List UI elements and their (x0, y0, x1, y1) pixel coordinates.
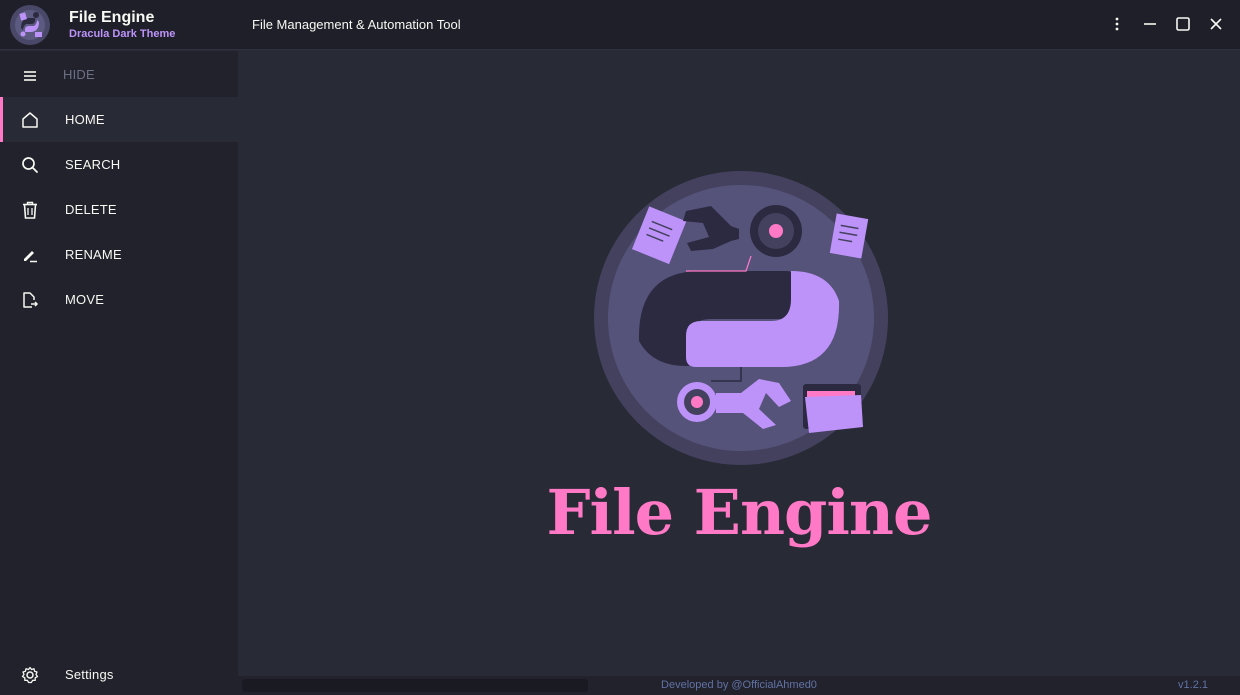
sidebar-item-rename[interactable]: RENAME (0, 232, 238, 277)
developer-credit: Developed by @OfficialAhmed0 (661, 679, 817, 691)
hero-title: File Engine (546, 476, 933, 549)
minimize-button[interactable] (1135, 10, 1165, 38)
sidebar-item-label: HOME (65, 112, 105, 127)
search-icon (20, 155, 40, 175)
minimize-icon (1144, 23, 1156, 25)
sidebar-item-label: SEARCH (65, 157, 121, 172)
maximize-icon (1176, 17, 1190, 31)
sidebar-item-label: RENAME (65, 247, 122, 262)
sidebar-item-label: Settings (65, 667, 114, 682)
more-icon (1115, 17, 1119, 31)
title-bar: File Engine Dracula Dark Theme File Mana… (0, 0, 1240, 50)
sidebar-toggle-label: HIDE (63, 67, 95, 82)
sidebar-item-settings[interactable]: Settings (0, 652, 238, 695)
maximize-button[interactable] (1168, 10, 1198, 38)
gear-icon (20, 665, 40, 685)
sidebar-item-label: MOVE (65, 292, 105, 307)
sidebar-item-move[interactable]: MOVE (0, 277, 238, 322)
app-title: File Engine (69, 9, 155, 26)
main-content: File Engine (238, 51, 1240, 676)
sidebar-item-home[interactable]: HOME (0, 97, 238, 142)
app-subtitle: Dracula Dark Theme (69, 28, 176, 40)
more-options-button[interactable] (1102, 10, 1132, 38)
menu-icon (20, 66, 40, 86)
sidebar: HIDE HOME SEARCH DELETE RENAME MOVE Sett… (0, 51, 238, 695)
close-button[interactable] (1201, 10, 1231, 38)
sidebar-item-search[interactable]: SEARCH (0, 142, 238, 187)
app-logo-icon (10, 5, 50, 45)
app-description: File Management & Automation Tool (252, 17, 461, 32)
home-icon (20, 110, 40, 130)
app-window: File Engine Dracula Dark Theme File Mana… (0, 0, 1240, 695)
file-engine-logo-icon (594, 171, 888, 465)
trash-icon (20, 200, 40, 220)
move-file-icon (20, 290, 40, 310)
version-label: v1.2.1 (1178, 679, 1208, 691)
sidebar-item-label: DELETE (65, 202, 117, 217)
sidebar-item-delete[interactable]: DELETE (0, 187, 238, 232)
sidebar-toggle-button[interactable]: HIDE (0, 52, 238, 97)
rename-icon (20, 245, 40, 265)
status-bar: Developed by @OfficialAhmed0 v1.2.1 (238, 676, 1240, 695)
close-icon (1210, 18, 1222, 30)
